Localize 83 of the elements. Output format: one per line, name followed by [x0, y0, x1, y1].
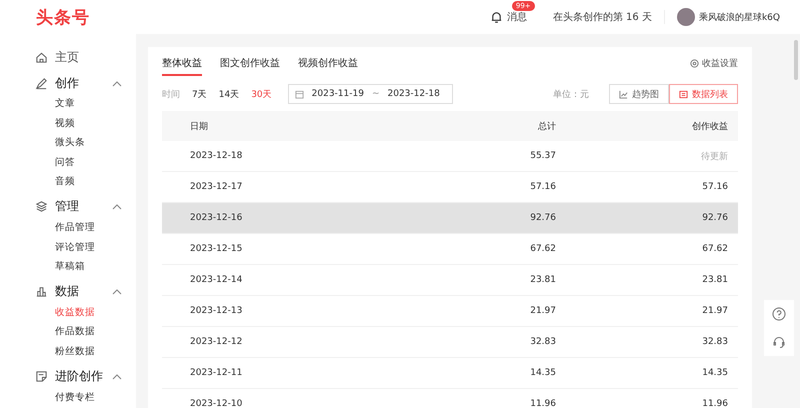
table-cell: 92.76 [456, 202, 557, 234]
note-icon [35, 370, 48, 384]
table-cell: 21.97 [456, 296, 557, 326]
table-cell: 67.62 [557, 234, 738, 264]
time-label: 时间 [162, 88, 180, 100]
sidebar-item[interactable]: 文章 [0, 94, 136, 114]
table-cell: 11.96 [456, 388, 557, 408]
tab[interactable]: 整体收益 [162, 52, 202, 76]
section-label[interactable]: 管理 [55, 198, 79, 216]
sidebar-section[interactable]: 进阶创作 [0, 366, 136, 388]
calendar-icon [294, 90, 304, 98]
sidebar-item[interactable]: 粉丝数据 [0, 342, 136, 362]
sidebar-item[interactable]: 视频 [0, 114, 136, 134]
sidebar-item[interactable]: 音频 [0, 172, 136, 192]
settings-link[interactable]: 收益设置 [690, 57, 738, 70]
sidebar-item[interactable]: 收益数据 [0, 302, 136, 322]
table-cell: 2023-12-16 [162, 202, 456, 234]
table-cell: 14.35 [456, 358, 557, 388]
column-header: 总计 [456, 111, 557, 141]
caret-icon[interactable] [112, 203, 122, 210]
settings-label[interactable]: 收益设置 [702, 57, 738, 70]
table-cell: 11.96 [557, 388, 738, 408]
sidebar-item[interactable]: 草稿箱 [0, 257, 136, 277]
sidebar-item[interactable]: 作品管理 [0, 218, 136, 238]
tab[interactable]: 视频创作收益 [298, 52, 358, 76]
table-cell: 67.62 [456, 234, 557, 264]
sidebar-item[interactable]: 付费专栏 [0, 388, 136, 408]
sidebar-item[interactable]: 评论管理 [0, 238, 136, 258]
table-cell: 32.83 [456, 326, 557, 358]
table-cell: 23.81 [456, 264, 557, 296]
section-label[interactable]: 进阶创作 [55, 368, 103, 386]
date-range-field[interactable]: 2023-11-19 ~ 2023-12-18 [288, 84, 453, 104]
messages-button[interactable]: 消息 [490, 10, 527, 24]
table-cell: 21.97 [557, 296, 738, 326]
sidebar-item[interactable]: 作品数据 [0, 322, 136, 342]
table-cell: 32.83 [557, 326, 738, 358]
list-icon [679, 90, 688, 98]
caret-icon[interactable] [112, 80, 122, 86]
sidebar-section[interactable]: 管理 [0, 196, 136, 218]
table-cell: 2023-12-14 [162, 264, 456, 296]
avatar[interactable] [676, 8, 695, 26]
bar-chart-icon [35, 285, 48, 298]
logo[interactable]: 头条号 [36, 6, 90, 28]
table-cell: 2023-12-13 [162, 296, 456, 326]
trend-chart-button[interactable]: 趋势图 [609, 84, 669, 104]
headset-icon[interactable] [772, 335, 786, 349]
creation-days-text: 在头条创作的第 16 天 [552, 10, 665, 24]
table-cell: 2023-12-12 [162, 326, 456, 358]
pen-icon [35, 76, 48, 90]
range-option[interactable]: 30天 [251, 88, 272, 100]
sidebar-item[interactable]: 问答 [0, 152, 136, 172]
sidebar-item[interactable]: 微头条 [0, 133, 136, 153]
table-cell: 2023-12-10 [162, 388, 456, 408]
layers-icon [35, 200, 48, 214]
caret-icon[interactable] [112, 288, 122, 296]
table-cell: 23.81 [557, 264, 738, 296]
section-label[interactable]: 创作 [55, 74, 79, 92]
sidebar-section[interactable]: 创作 [0, 72, 136, 94]
data-list-button[interactable]: 数据列表 [669, 84, 738, 104]
section-label[interactable]: 主页 [55, 48, 79, 66]
home-icon [35, 50, 48, 64]
range-option[interactable]: 7天 [192, 88, 207, 100]
table-cell: 55.37 [456, 141, 557, 172]
tab[interactable]: 图文创作收益 [220, 52, 280, 76]
settings-icon [690, 59, 699, 68]
table-cell: 92.76 [557, 202, 738, 234]
table-cell: 待更新 [557, 141, 738, 172]
column-header: 日期 [162, 111, 456, 141]
table-cell: 14.35 [557, 358, 738, 388]
line-chart-icon [619, 90, 628, 98]
bell-icon [490, 10, 503, 24]
section-label[interactable]: 数据 [55, 283, 79, 300]
unit-label: 单位：元 [553, 88, 589, 100]
sidebar-section[interactable]: 主页 [0, 46, 136, 68]
table-cell: 2023-12-11 [162, 358, 456, 388]
user-name[interactable]: 乘风破浪的星球k6Q [698, 10, 780, 24]
caret-icon[interactable] [112, 373, 122, 380]
help-icon[interactable] [772, 307, 786, 321]
table-cell: 2023-12-15 [162, 234, 456, 264]
sidebar-section[interactable]: 数据 [0, 280, 136, 303]
column-header: 创作收益 [557, 111, 738, 141]
range-option[interactable]: 14天 [218, 88, 240, 100]
table-cell: 2023-12-18 [162, 141, 456, 172]
